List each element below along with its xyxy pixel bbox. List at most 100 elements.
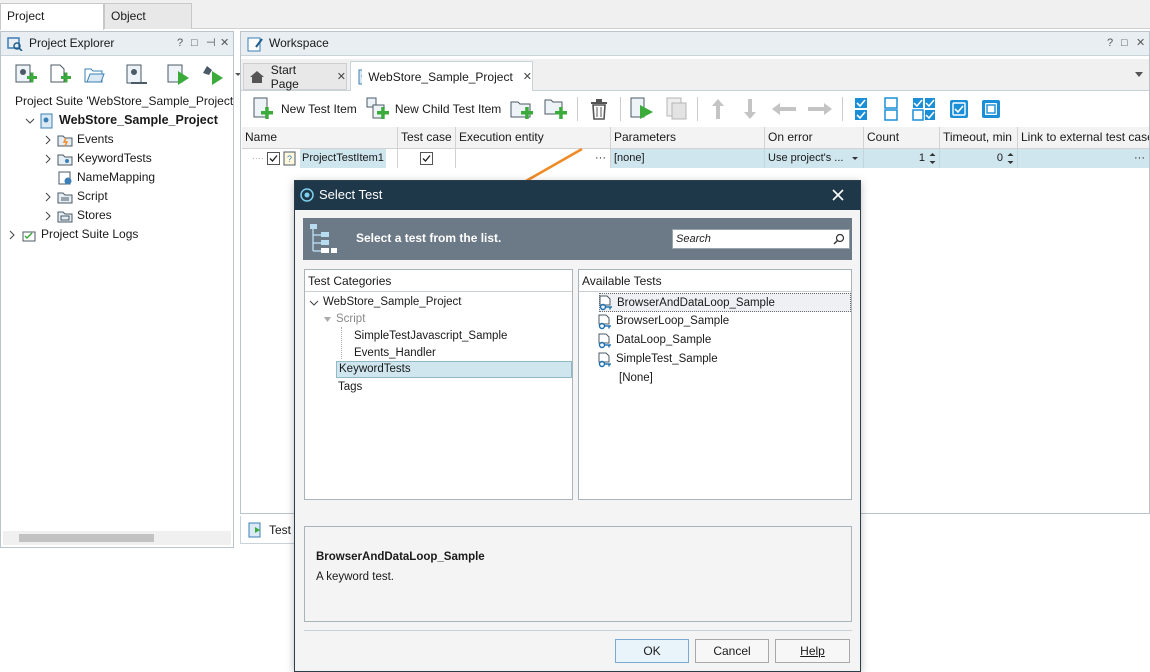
maximize-icon[interactable]: □ (1121, 32, 1128, 55)
uncheck-all-icon[interactable] (881, 96, 903, 122)
category-tags[interactable]: Tags (338, 378, 362, 397)
browse-entity-button[interactable]: ··· (595, 152, 606, 164)
enabled-checkbox[interactable] (267, 152, 280, 165)
help-icon[interactable]: ? (1107, 32, 1113, 55)
tree-item-webstore-project[interactable]: WebStore_Sample_Project (3, 111, 233, 130)
home-icon (250, 70, 264, 83)
column-header-parameters[interactable]: Parameters (611, 127, 765, 148)
check-children-icon[interactable] (911, 96, 939, 122)
column-header-name[interactable]: Name (242, 127, 398, 148)
test-item-browserloop[interactable]: BrowserLoop_Sample (597, 312, 729, 331)
close-icon[interactable]: ✕ (220, 32, 229, 55)
category-keywordtests[interactable]: KeywordTests (336, 361, 572, 378)
collapse-triangle-icon[interactable] (323, 315, 332, 324)
button-label: New Test Item (281, 102, 357, 116)
new-child-test-item-button[interactable]: New Child Test Item (365, 96, 501, 122)
cell-timeout[interactable]: 0 (940, 149, 1018, 168)
tab-start-page[interactable]: Start Page ✕ (243, 63, 347, 91)
chevron-right-icon[interactable] (43, 192, 53, 202)
column-header-timeout[interactable]: Timeout, min (940, 127, 1018, 148)
scrollbar-thumb[interactable] (19, 534, 154, 542)
category-label: Events_Handler (354, 347, 436, 359)
tab-object-browser[interactable]: Object Browser (104, 3, 192, 47)
chevron-right-icon[interactable] (7, 230, 17, 240)
delete-icon[interactable] (586, 96, 612, 122)
tree-item-label: WebStore_Sample_Project (59, 113, 218, 127)
chevron-down-icon[interactable] (25, 116, 35, 126)
properties-icon[interactable] (123, 63, 149, 87)
run-selected-icon[interactable] (629, 96, 655, 122)
explorer-hscrollbar[interactable] (3, 531, 231, 545)
tree-item-stores[interactable]: Stores (3, 206, 233, 225)
cancel-button[interactable]: Cancel (695, 639, 769, 663)
table-row[interactable]: ···· ? ProjectTestItem1 ··· [none] Use p… (242, 149, 1149, 168)
keyword-test-icon (598, 314, 611, 329)
explorer-toolbar (13, 62, 241, 88)
test-item-browseranddataloop[interactable]: BrowserAndDataLoop_Sample (599, 293, 851, 312)
new-folder-icon[interactable] (509, 96, 535, 122)
uncheck-item-icon[interactable] (979, 96, 1003, 122)
move-up-icon[interactable] (706, 96, 730, 122)
new-test-item-button[interactable]: New Test Item (251, 96, 357, 122)
dropdown-arrow-icon[interactable] (851, 149, 859, 168)
new-child-folder-icon[interactable] (543, 96, 569, 122)
column-header-test-case[interactable]: Test case (398, 127, 456, 148)
browse-link-button[interactable]: ··· (1134, 152, 1145, 164)
test-item-simpletest[interactable]: SimpleTest_Sample (597, 350, 718, 369)
tab-webstore-project[interactable]: WebStore_Sample_Project ✕ (350, 61, 533, 91)
cell-parameters[interactable]: [none] (611, 149, 765, 168)
test-item-icon: ? (283, 151, 296, 166)
help-icon[interactable]: ? (177, 32, 183, 55)
tree-item-script[interactable]: Script (3, 187, 233, 206)
tab-list-dropdown-icon[interactable] (1134, 71, 1144, 79)
close-tab-icon[interactable]: ✕ (337, 70, 346, 83)
column-header-on-error[interactable]: On error (765, 127, 864, 148)
category-label: KeywordTests (339, 363, 411, 375)
chevron-right-icon[interactable] (43, 154, 53, 164)
close-icon[interactable] (831, 188, 845, 202)
move-left-icon[interactable] (770, 96, 798, 122)
cell-name[interactable]: ···· ? ProjectTestItem1 (242, 149, 398, 168)
chevron-down-icon[interactable] (309, 298, 319, 308)
parameters-value: [none] (614, 152, 645, 164)
check-item-icon[interactable] (947, 96, 971, 122)
column-header-count[interactable]: Count (864, 127, 940, 148)
help-button[interactable]: Help (775, 639, 850, 663)
test-item-dataloop[interactable]: DataLoop_Sample (597, 331, 711, 350)
ok-button[interactable]: OK (615, 639, 689, 663)
tree-item-namemapping[interactable]: NameMapping (3, 168, 233, 187)
search-input[interactable]: Search (672, 229, 850, 249)
cell-link[interactable]: ··· (1018, 149, 1149, 168)
tree-item-project-suite-logs[interactable]: Project Suite Logs (3, 225, 233, 244)
tree-item-label: NameMapping (77, 170, 156, 184)
test-case-checkbox[interactable] (420, 152, 433, 165)
tree-item-keywordtests[interactable]: KeywordTests (3, 149, 233, 168)
run-suite-icon[interactable] (199, 63, 225, 87)
close-tab-icon[interactable]: ✕ (523, 70, 532, 83)
cell-test-case[interactable] (398, 149, 456, 168)
check-all-icon[interactable] (851, 96, 873, 122)
move-down-icon[interactable] (738, 96, 762, 122)
test-item-none[interactable]: [None] (619, 369, 653, 388)
pin-icon[interactable]: ⊣ (206, 32, 216, 55)
run-project-icon[interactable] (165, 63, 191, 87)
new-item-icon[interactable] (47, 63, 73, 87)
tree-item-project-suite[interactable]: Project Suite 'WebStore_Sample_Project (3, 92, 233, 111)
cell-count[interactable]: 1 (864, 149, 940, 168)
cell-on-error[interactable]: Use project's ... (765, 149, 864, 168)
maximize-icon[interactable]: □ (191, 32, 198, 55)
spinner-icon[interactable] (929, 149, 936, 168)
tree-item-events[interactable]: Events (3, 130, 233, 149)
tab-project-workspace[interactable]: Project Workspace (0, 3, 104, 47)
run-disabled-icon[interactable] (663, 96, 689, 122)
open-folder-icon[interactable] (81, 63, 107, 87)
add-project-icon[interactable] (13, 63, 39, 87)
column-header-link[interactable]: Link to external test case (1018, 127, 1149, 148)
tab-test-items[interactable]: Test (240, 516, 300, 544)
chevron-right-icon[interactable] (43, 135, 53, 145)
move-right-icon[interactable] (806, 96, 834, 122)
spinner-icon[interactable] (1007, 149, 1014, 168)
chevron-right-icon[interactable] (43, 211, 53, 221)
close-icon[interactable]: ✕ (1136, 32, 1145, 55)
search-icon[interactable] (833, 233, 845, 245)
